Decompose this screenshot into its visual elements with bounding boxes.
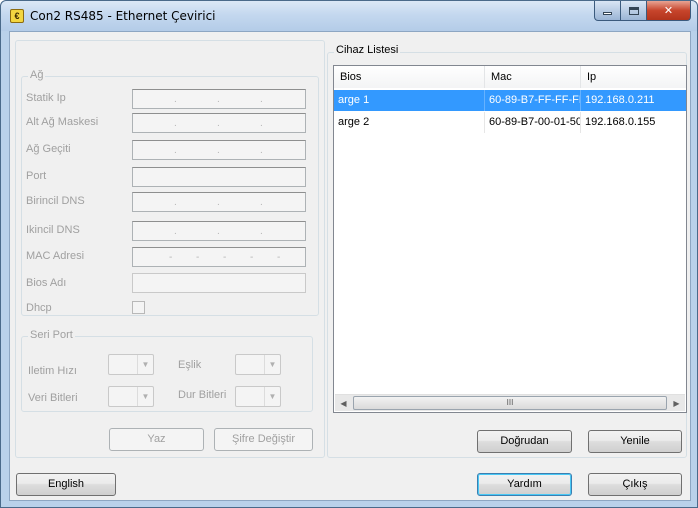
table-row[interactable]: arge 2 60-89-B7-00-01-50 192.168.0.155 <box>334 112 686 133</box>
minimize-icon <box>603 12 612 15</box>
app-icon[interactable]: € <box>10 9 24 23</box>
network-group-label: Ağ <box>28 69 46 81</box>
serial-port-group-label: Seri Port <box>28 329 75 341</box>
scroll-right-icon[interactable]: ▶ <box>668 395 685 412</box>
close-icon: ✕ <box>663 5 674 17</box>
table-row[interactable]: arge 1 60-89-B7-FF-FF-FD 192.168.0.211 <box>334 90 686 111</box>
column-header-ip[interactable]: Ip <box>581 66 686 88</box>
change-password-button[interactable]: Şifre Değiştir <box>214 428 313 451</box>
scroll-grip-icon: III <box>506 398 514 407</box>
subnet-mask-field[interactable]: . . . <box>132 113 306 133</box>
window-title: Con2 RS485 - Ethernet Çevirici <box>30 9 216 23</box>
scrollbar-thumb[interactable]: III <box>353 396 667 410</box>
parity-select[interactable]: ▼ <box>235 354 281 375</box>
gateway-field[interactable]: . . . <box>132 140 306 160</box>
device-list-header: Bios Mac Ip <box>334 66 686 88</box>
maximize-icon <box>628 6 639 15</box>
data-bits-select[interactable]: ▼ <box>108 386 154 407</box>
client-area: Ağ Statik Ip . . . Alt Ağ Maskesi . . . … <box>9 31 691 501</box>
device-list-group-label: Cihaz Listesi <box>334 44 401 56</box>
mac-address-field[interactable]: - - - - - <box>132 247 306 267</box>
device-mac: 60-89-B7-FF-FF-FD <box>485 90 581 111</box>
title-bar[interactable]: € Con2 RS485 - Ethernet Çevirici ✕ <box>1 1 697 31</box>
scroll-left-icon[interactable]: ◀ <box>335 395 352 412</box>
device-bios: arge 1 <box>334 90 485 111</box>
refresh-button[interactable]: Yenile <box>588 430 682 453</box>
parity-label: Eşlik <box>178 359 202 371</box>
main-window: € Con2 RS485 - Ethernet Çevirici ✕ Ağ St… <box>0 0 698 508</box>
primary-dns-label: Birincil DNS <box>26 195 85 207</box>
secondary-dns-label: Ikincil DNS <box>26 224 80 236</box>
device-list[interactable]: Bios Mac Ip arge 1 60-89-B7-FF-FF-FD 192… <box>333 65 687 413</box>
chevron-down-icon: ▼ <box>264 387 280 406</box>
write-button[interactable]: Yaz <box>109 428 204 451</box>
data-bits-label: Veri Bitleri <box>28 392 78 404</box>
mac-address-label: MAC Adresi <box>26 250 85 262</box>
port-label: Port <box>26 170 47 182</box>
device-ip: 192.168.0.155 <box>585 116 656 128</box>
stop-bits-select[interactable]: ▼ <box>235 386 281 407</box>
baud-rate-select[interactable]: ▼ <box>108 354 154 375</box>
minimize-button[interactable] <box>594 1 621 21</box>
device-bios: arge 2 <box>334 112 485 133</box>
device-mac: 60-89-B7-00-01-50 <box>485 112 581 133</box>
help-button[interactable]: Yardım <box>477 473 572 496</box>
exit-button[interactable]: Çıkış <box>588 473 682 496</box>
static-ip-field[interactable]: . . . <box>132 89 306 109</box>
english-button[interactable]: English <box>16 473 116 496</box>
column-header-mac[interactable]: Mac <box>485 66 581 88</box>
primary-dns-field[interactable]: . . . <box>132 192 306 212</box>
baud-rate-label: Iletim Hızı <box>28 365 77 377</box>
maximize-button[interactable] <box>621 1 647 21</box>
chevron-down-icon: ▼ <box>264 355 280 374</box>
port-field[interactable] <box>132 167 306 187</box>
column-header-bios[interactable]: Bios <box>334 66 485 88</box>
subnet-mask-label: Alt Ağ Maskesi <box>26 116 99 128</box>
dhcp-label: Dhcp <box>26 302 52 314</box>
bios-name-field[interactable] <box>132 273 306 293</box>
close-button[interactable]: ✕ <box>647 1 691 21</box>
gateway-label: Ağ Geçiti <box>26 143 71 155</box>
caption-buttons: ✕ <box>594 1 691 21</box>
chevron-down-icon: ▼ <box>137 355 153 374</box>
horizontal-scrollbar[interactable]: ◀ III ▶ <box>335 394 685 411</box>
dhcp-checkbox[interactable] <box>132 301 145 314</box>
static-ip-label: Statik Ip <box>26 92 66 104</box>
device-ip: 192.168.0.211 <box>585 94 655 106</box>
secondary-dns-field[interactable]: . . . <box>132 221 306 241</box>
bios-name-label: Bios Adı <box>26 277 67 289</box>
chevron-down-icon: ▼ <box>137 387 153 406</box>
direct-button[interactable]: Doğrudan <box>477 430 572 453</box>
stop-bits-label: Dur Bitleri <box>178 389 227 401</box>
